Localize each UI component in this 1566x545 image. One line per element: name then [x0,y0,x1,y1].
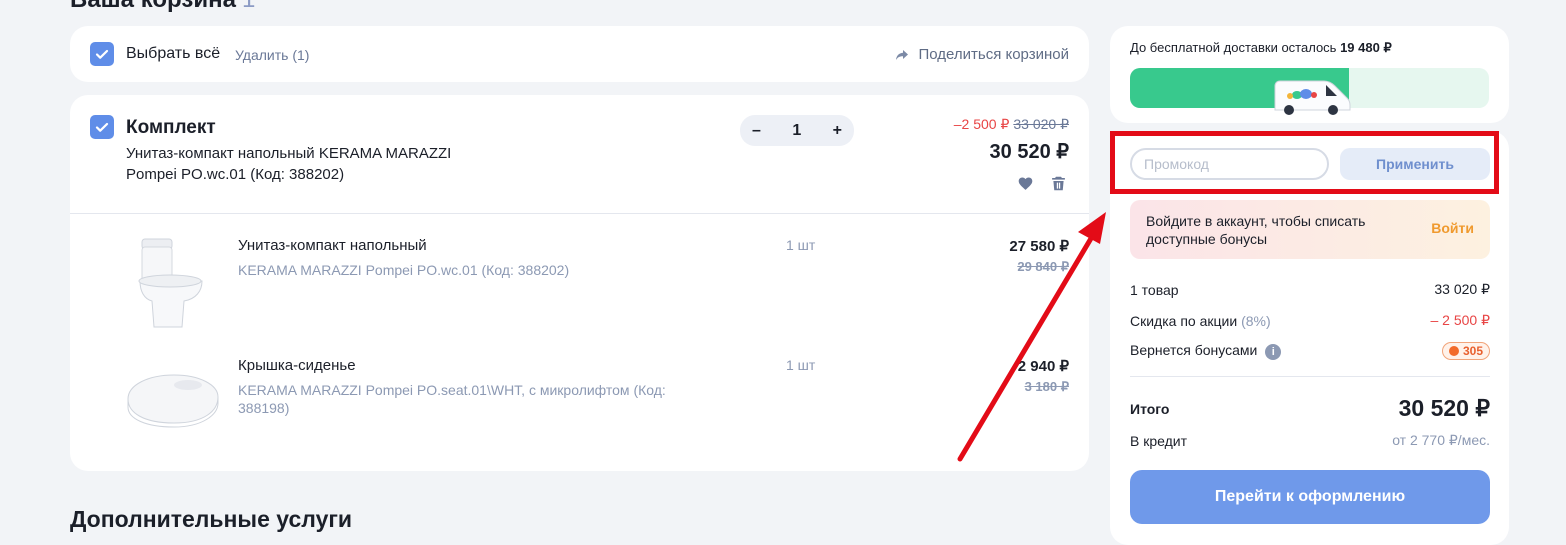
heart-icon[interactable] [1017,175,1034,192]
toilet-seat-image[interactable] [122,371,222,431]
divider [70,213,1089,214]
item-code: KERAMA MARAZZI Pompei PO.wc.01 (Код: 388… [238,262,570,278]
item-name[interactable]: Крышка-сиденье [238,357,356,374]
select-all-bar: Выбрать всё Удалить (1) Поделиться корзи… [70,26,1089,82]
divider [1130,376,1490,377]
bundle-description[interactable]: Унитаз-компакт напольный KERAMA MARAZZI … [126,143,456,185]
credit-label: В кредит [1130,432,1188,449]
page-title: Ваша корзина1 [70,0,255,14]
credit-row: В кредит от 2 770 ₽/мес. [1130,432,1490,449]
login-hint-text: Войдите в аккаунт, чтобы списать доступн… [1146,213,1366,247]
share-cart-label: Поделиться корзиной [918,46,1069,63]
bonus-coin-icon [1448,346,1459,356]
bundle-checkbox[interactable] [90,115,114,139]
bundle-price: –2 500 ₽33 020 ₽ 30 520 ₽ [954,116,1069,164]
check-icon [95,122,109,132]
credit-value[interactable]: от 2 770 ₽/мес. [1392,432,1490,449]
discount-value: – 2 500 ₽ [1430,312,1490,328]
delete-selected-link[interactable]: Удалить (1) [235,47,309,63]
items-label: 1 товар [1130,281,1179,298]
item-old-price: 29 840 ₽ [1017,259,1069,274]
item-current-price: 2 940 ₽ [1017,358,1069,375]
delivery-text: До бесплатной доставки осталось 19 480 ₽ [1130,40,1392,55]
item-price: 2 940 ₽ 3 180 ₽ [1018,357,1069,395]
bundle-card: Комплект Унитаз-компакт напольный KERAMA… [70,95,1089,471]
trash-icon[interactable] [1050,175,1067,192]
item-price: 27 580 ₽ 29 840 ₽ [1009,237,1069,275]
cart-count: 1 [242,0,255,13]
decrease-button[interactable]: – [752,122,761,140]
bonus-badge: 305 [1441,342,1490,360]
bundle-item: Крышка-сиденье KERAMA MARAZZI Pompei PO.… [70,345,1089,455]
discount-label: Скидка по акции (8%) [1130,312,1271,329]
share-cart-link[interactable]: Поделиться корзиной [894,46,1069,63]
promo-highlight-box [1110,131,1499,194]
item-name[interactable]: Унитаз-компакт напольный [238,237,427,254]
total-value: 30 520 ₽ [1398,395,1490,421]
bundle-title: Комплект [126,117,216,138]
share-arrow-icon [896,49,909,60]
bundle-item: Унитаз-компакт напольный KERAMA MARAZZI … [70,225,1089,335]
discount-row: Скидка по акции (8%) – 2 500 ₽ [1130,312,1490,329]
item-qty: 1 шт [786,237,816,253]
bundle-old-price: 33 020 ₽ [1013,116,1069,132]
increase-button[interactable]: + [833,122,842,140]
item-code: KERAMA MARAZZI Pompei PO.seat.01\WHT, с … [238,382,666,416]
bonus-label: Вернется бонусами i [1130,342,1282,360]
toilet-image[interactable] [120,235,210,331]
item-current-price: 27 580 ₽ [1009,238,1069,255]
delivery-van-icon [1274,80,1351,115]
items-row: 1 товар 33 020 ₽ [1130,281,1490,298]
login-link[interactable]: Войти [1431,220,1474,236]
free-delivery-card: До бесплатной доставки осталось 19 480 ₽ [1110,26,1509,123]
services-title: Дополнительные услуги [70,506,353,532]
bundle-current-price: 30 520 ₽ [989,141,1069,163]
item-qty: 1 шт [786,357,816,373]
total-row: Итого 30 520 ₽ [1130,395,1490,422]
delivery-progress [1130,68,1489,115]
check-icon [95,49,109,59]
bundle-discount: –2 500 ₽ [953,116,1010,132]
checkout-button[interactable]: Перейти к оформлению [1130,470,1490,524]
quantity-stepper: – 1 + [740,115,854,146]
total-label: Итого [1130,400,1170,417]
item-old-price: 3 180 ₽ [1024,379,1069,394]
bonus-row: Вернется бонусами i 305 [1130,342,1490,360]
quantity-value[interactable]: 1 [792,122,801,140]
items-value: 33 020 ₽ [1434,281,1490,297]
login-hint: Войдите в аккаунт, чтобы списать доступн… [1130,200,1490,259]
item-actions [1017,175,1067,192]
info-icon[interactable]: i [1265,343,1282,360]
select-all-checkbox[interactable] [90,42,114,66]
select-all-label[interactable]: Выбрать всё [126,45,220,63]
delivery-amount: 19 480 ₽ [1340,40,1392,55]
